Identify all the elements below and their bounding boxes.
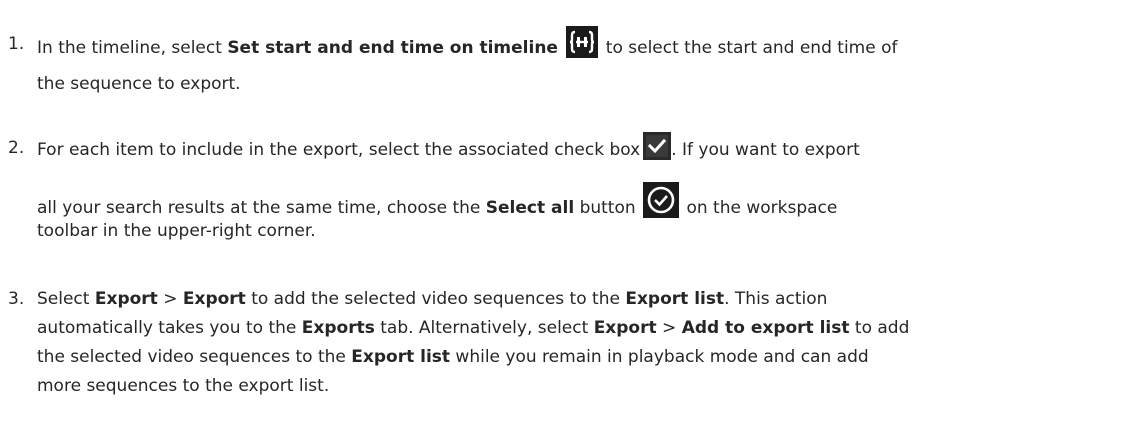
step-2-line-3: toolbar in the upper-right corner. xyxy=(37,221,316,241)
set-start-end-time-icon xyxy=(566,26,599,58)
step-3-line-1: Select Export > Export to add the select… xyxy=(37,289,828,309)
step-3-line-2: automatically takes you to the Exports t… xyxy=(37,318,910,338)
select-all-icon xyxy=(643,182,680,218)
checkbox-checked-icon xyxy=(643,132,672,160)
step-2-line-1: For each item to include in the export, … xyxy=(37,132,860,164)
step-1-line-1: In the timeline, select Set start and en… xyxy=(37,26,897,64)
step-number: 2. xyxy=(8,138,25,158)
step-1-line-2: the sequence to export. xyxy=(37,74,241,94)
step-3-line-4: more sequences to the export list. xyxy=(37,376,330,396)
step-3-line-3: the selected video sequences to the Expo… xyxy=(37,347,869,367)
step-number: 1. xyxy=(8,34,25,54)
step-number: 3. xyxy=(8,289,25,309)
